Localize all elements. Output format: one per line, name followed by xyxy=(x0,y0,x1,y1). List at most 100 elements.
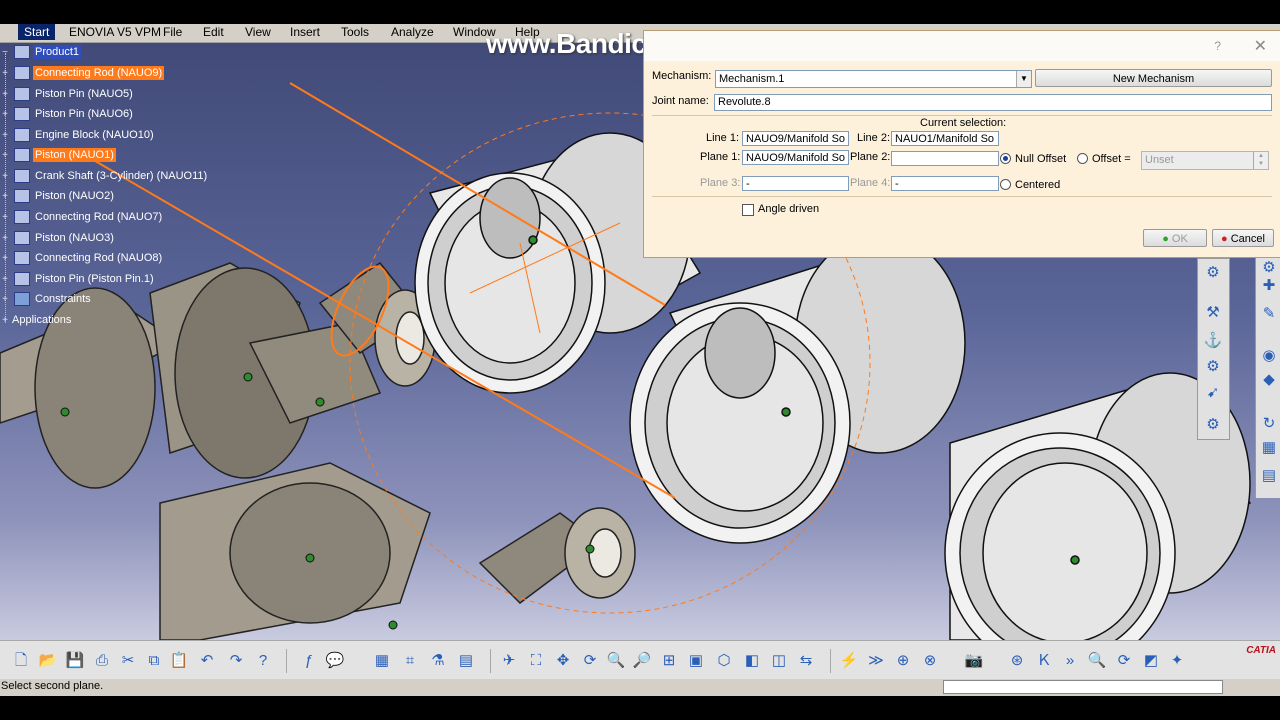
normal-view-icon[interactable]: ⊞ xyxy=(658,650,680,672)
menu-enovia[interactable]: ENOVIA V5 VPM xyxy=(66,25,164,39)
centered-radio[interactable] xyxy=(1000,179,1011,190)
null-offset-radio[interactable] xyxy=(1000,153,1011,164)
tree-item[interactable]: + Connecting Rod (NAUO7) xyxy=(0,208,164,226)
mechanism-select[interactable]: Mechanism.1 ▼ xyxy=(715,70,1032,88)
fly-icon[interactable]: ✈ xyxy=(498,650,520,672)
menu-view[interactable]: View xyxy=(242,25,274,39)
tree-item[interactable]: + Piston (NAUO2) xyxy=(0,187,116,205)
mechanism-analysis-icon[interactable]: ⚙ xyxy=(1203,415,1223,435)
assembly-constraint-icon[interactable]: ⚙ xyxy=(1203,357,1223,377)
fit-all-icon[interactable]: ⛶ xyxy=(525,650,547,672)
copy-icon[interactable]: ⧉ xyxy=(143,650,165,672)
shading-icon[interactable]: ◧ xyxy=(741,650,763,672)
tree-item[interactable]: + Crank Shaft (3-Cylinder) (NAUO11) xyxy=(0,167,209,185)
save-icon[interactable]: 💾 xyxy=(64,650,86,672)
knowledge-advisor-icon[interactable]: Ｋ xyxy=(1033,650,1055,672)
tree-item[interactable]: + Piston Pin (NAUO5) xyxy=(0,85,135,103)
menu-file[interactable]: File xyxy=(160,25,185,39)
joint-name-input[interactable]: Revolute.8 xyxy=(714,94,1272,111)
rotate-icon[interactable]: ⟳ xyxy=(579,650,601,672)
design-table-icon[interactable]: ▤ xyxy=(455,650,477,672)
angle-driven-checkbox[interactable] xyxy=(742,204,754,216)
catalog-icon[interactable]: ▦ xyxy=(371,650,393,672)
tree-item-applications[interactable]: + Applications xyxy=(0,311,73,329)
help-icon[interactable]: ? xyxy=(1214,39,1221,53)
update-icon[interactable]: ⟳ xyxy=(1113,650,1135,672)
expand-icon[interactable]: + xyxy=(0,315,10,326)
simulation-icon[interactable]: ⚙ xyxy=(1203,263,1223,283)
tool-icon[interactable]: ↻ xyxy=(1259,414,1279,434)
line1-field[interactable]: NAUO9/Manifold So xyxy=(742,131,849,146)
expand-icon[interactable]: + xyxy=(0,150,10,161)
multi-view-icon[interactable]: ▣ xyxy=(685,650,707,672)
cancel-button[interactable]: ● Cancel xyxy=(1212,229,1274,247)
tree-item[interactable]: + Piston Pin (NAUO6) xyxy=(0,105,135,123)
menu-start[interactable]: Start xyxy=(18,24,56,40)
menu-insert[interactable]: Insert xyxy=(287,25,323,39)
expand-icon[interactable]: + xyxy=(0,274,10,285)
collapse-icon[interactable]: − xyxy=(0,47,10,58)
knowledge-icon[interactable]: ⚗ xyxy=(427,650,449,672)
tool-icon[interactable]: ⚙ xyxy=(1259,258,1279,278)
plane1-field[interactable]: NAUO9/Manifold So xyxy=(742,150,849,165)
expand-icon[interactable]: + xyxy=(0,130,10,141)
cut-icon[interactable]: ✂ xyxy=(117,650,139,672)
render-icon[interactable]: ◩ xyxy=(1140,650,1162,672)
hide-show-icon[interactable]: ◫ xyxy=(768,650,790,672)
measure-icon[interactable]: ⊕ xyxy=(892,650,914,672)
zoom-in-icon[interactable]: 🔍 xyxy=(605,650,627,672)
offset-input[interactable]: Unset ▲ ▼ xyxy=(1141,151,1269,170)
ok-button[interactable]: ● OK xyxy=(1143,229,1207,247)
tool-icon[interactable]: ◆ xyxy=(1259,370,1279,390)
paste-icon[interactable]: 📋 xyxy=(168,650,190,672)
tree-item-constraints[interactable]: + Constraints xyxy=(0,290,93,308)
spinner-icon[interactable]: ▲ ▼ xyxy=(1253,152,1268,169)
open-icon[interactable]: 📂 xyxy=(37,650,59,672)
plane3-field[interactable]: - xyxy=(742,176,849,191)
expand-icon[interactable]: + xyxy=(0,89,10,100)
menu-edit[interactable]: Edit xyxy=(200,25,227,39)
tree-item[interactable]: + Engine Block (NAUO10) xyxy=(0,126,156,144)
inertia-icon[interactable]: ⊗ xyxy=(919,650,941,672)
new-mechanism-button[interactable]: New Mechanism xyxy=(1035,69,1272,87)
new-icon[interactable]: 🗋 xyxy=(10,650,32,672)
fixed-part-icon[interactable]: ⚓ xyxy=(1203,331,1223,351)
tree-root[interactable]: − Product1 xyxy=(0,43,82,61)
tree-item[interactable]: + Connecting Rod (NAUO9) xyxy=(0,64,165,82)
expand-icon[interactable]: + xyxy=(0,253,10,264)
expand-icon[interactable]: + xyxy=(0,233,10,244)
print-icon[interactable]: ⎙ xyxy=(91,650,113,672)
tree-item[interactable]: + Piston Pin (Piston Pin.1) xyxy=(0,270,156,288)
expand-icon[interactable]: + xyxy=(0,212,10,223)
speed-icon[interactable]: ➹ xyxy=(1203,383,1223,403)
tool-icon[interactable]: ▤ xyxy=(1259,466,1279,486)
expand-icon[interactable]: + xyxy=(0,109,10,120)
tree-item[interactable]: + Connecting Rod (NAUO8) xyxy=(0,249,164,267)
iso-view-icon[interactable]: ⬡ xyxy=(713,650,735,672)
sectioning-icon[interactable]: ≫ xyxy=(865,650,887,672)
tool-icon[interactable]: ▦ xyxy=(1259,438,1279,458)
search-icon[interactable]: 🔍 xyxy=(1086,650,1108,672)
zoom-out-icon[interactable]: 🔎 xyxy=(631,650,653,672)
menu-analyze[interactable]: Analyze xyxy=(388,25,437,39)
redo-icon[interactable]: ↷ xyxy=(225,650,247,672)
tree-icon[interactable]: ⌗ xyxy=(399,650,421,672)
close-icon[interactable]: ✕ xyxy=(1254,36,1267,56)
plane4-field[interactable]: - xyxy=(891,176,999,191)
formula-icon[interactable]: ƒ xyxy=(298,650,320,672)
tool-icon[interactable]: ✎ xyxy=(1259,304,1279,324)
tool-icon[interactable]: ◉ xyxy=(1259,346,1279,366)
clash-icon[interactable]: ⚡ xyxy=(838,650,860,672)
line2-field[interactable]: NAUO1/Manifold So xyxy=(891,131,999,146)
tree-item[interactable]: + Piston (NAUO3) xyxy=(0,229,116,247)
comment-icon[interactable]: 💬 xyxy=(324,650,346,672)
joint-icon[interactable]: ⚒ xyxy=(1203,303,1223,323)
tree-item[interactable]: + Piston (NAUO1) xyxy=(0,146,116,164)
menu-tools[interactable]: Tools xyxy=(338,25,372,39)
pan-icon[interactable]: ✥ xyxy=(552,650,574,672)
capture-icon[interactable]: 📷 xyxy=(963,650,985,672)
tool-icon[interactable]: ✚ xyxy=(1259,276,1279,296)
plane2-field[interactable] xyxy=(891,151,999,166)
swap-space-icon[interactable]: ⇆ xyxy=(795,650,817,672)
lighting-icon[interactable]: ✦ xyxy=(1166,650,1188,672)
